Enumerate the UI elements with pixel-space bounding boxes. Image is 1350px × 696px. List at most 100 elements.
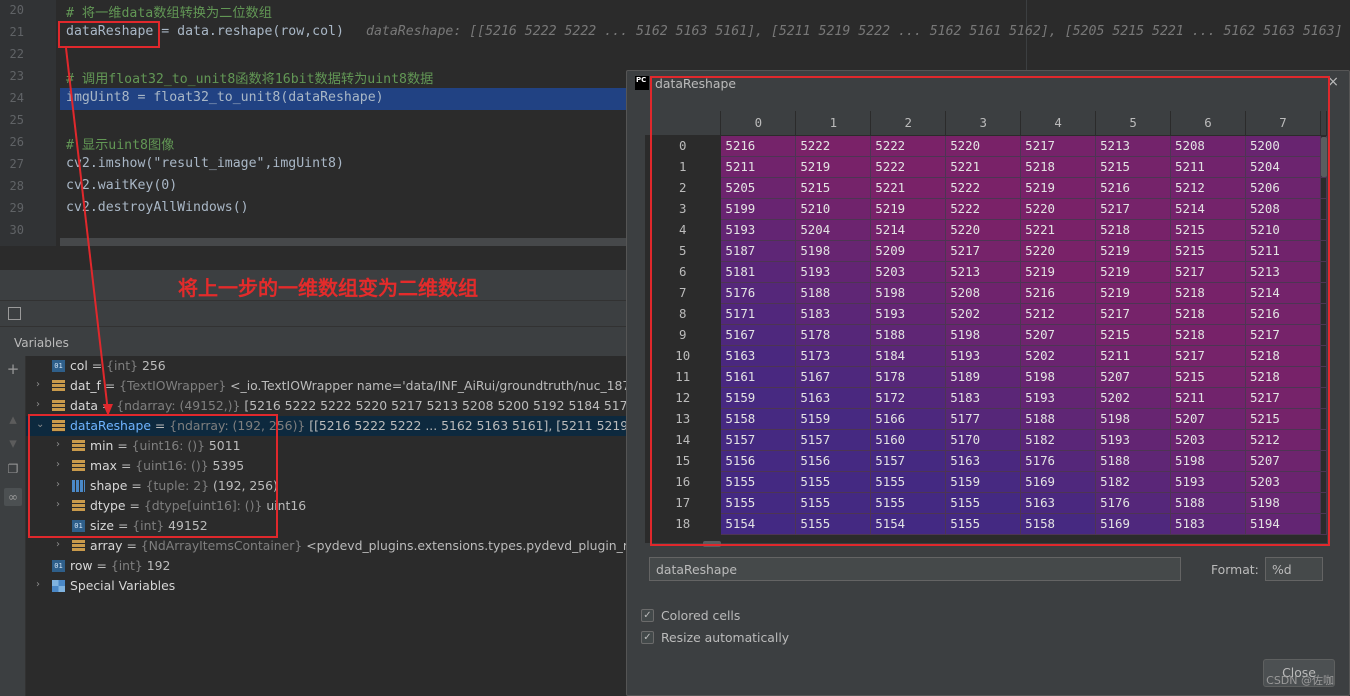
chevron-right-icon[interactable]: › <box>36 379 46 390</box>
array-cell[interactable]: 5172 <box>870 387 947 409</box>
array-cell[interactable]: 5193 <box>1020 387 1097 409</box>
array-cell[interactable]: 5193 <box>720 219 797 241</box>
array-cell[interactable]: 5208 <box>945 282 1022 304</box>
array-cell[interactable]: 5210 <box>1245 219 1321 241</box>
array-cell[interactable]: 5221 <box>1020 219 1097 241</box>
array-cell[interactable]: 5215 <box>1095 324 1172 346</box>
variable-row-datareshape[interactable]: ⌄ dataReshape = {ndarray: (192, 256)} [[5… <box>26 416 626 436</box>
array-cell[interactable]: 5158 <box>1020 513 1097 535</box>
array-cell[interactable]: 5208 <box>1170 135 1246 157</box>
array-cell[interactable]: 5198 <box>1095 408 1172 430</box>
array-cell[interactable]: 5212 <box>1020 303 1097 325</box>
array-cell[interactable]: 5163 <box>945 450 1022 472</box>
array-cell[interactable]: 5202 <box>945 303 1022 325</box>
array-cell[interactable]: 5154 <box>870 513 947 535</box>
array-cell[interactable]: 5217 <box>945 240 1022 262</box>
array-cell[interactable]: 5216 <box>1020 282 1097 304</box>
array-cell[interactable]: 5160 <box>870 429 947 451</box>
array-cell[interactable]: 5211 <box>1170 387 1246 409</box>
variable-row-min[interactable]: › min = {uint16: ()} 5011 <box>26 436 626 456</box>
array-cell[interactable]: 5210 <box>795 198 872 220</box>
array-cell[interactable]: 5188 <box>795 282 872 304</box>
array-cell[interactable]: 5211 <box>1170 156 1246 178</box>
array-cell[interactable]: 5220 <box>945 219 1022 241</box>
array-cell[interactable]: 5207 <box>1095 366 1172 388</box>
chevron-right-icon[interactable]: › <box>56 539 66 550</box>
array-cell[interactable]: 5188 <box>1170 492 1246 514</box>
array-cell[interactable]: 5159 <box>720 387 797 409</box>
array-cell[interactable]: 5155 <box>795 513 872 535</box>
code-line[interactable]: 21 dataReshape = data.reshape(row,col) dat… <box>0 22 1350 44</box>
array-cell[interactable]: 5193 <box>1170 471 1246 493</box>
chevron-right-icon[interactable]: › <box>56 439 66 450</box>
array-cell[interactable]: 5215 <box>795 177 872 199</box>
array-cell[interactable]: 5187 <box>720 240 797 262</box>
array-cell[interactable]: 5219 <box>1095 240 1172 262</box>
array-cell[interactable]: 5157 <box>720 429 797 451</box>
dialog-title-bar[interactable]: PC dataReshape × <box>627 71 1349 97</box>
array-cell[interactable]: 5198 <box>870 282 947 304</box>
array-cell[interactable]: 5217 <box>1245 387 1321 409</box>
array-cell[interactable]: 5202 <box>1020 345 1097 367</box>
array-cell[interactable]: 5193 <box>795 261 872 283</box>
array-cell[interactable]: 5158 <box>720 408 797 430</box>
array-cell[interactable]: 5222 <box>945 198 1022 220</box>
array-cell[interactable]: 5204 <box>795 219 872 241</box>
array-cell[interactable]: 5159 <box>795 408 872 430</box>
array-cell[interactable]: 5178 <box>795 324 872 346</box>
chevron-down-icon[interactable]: ⌄ <box>36 419 46 430</box>
glasses-icon[interactable]: ∞ <box>4 488 22 506</box>
array-cell[interactable]: 5216 <box>720 135 797 157</box>
array-cell[interactable]: 5203 <box>1245 471 1321 493</box>
array-cell[interactable]: 5212 <box>1245 429 1321 451</box>
array-cell[interactable]: 5156 <box>795 450 872 472</box>
array-cell[interactable]: 5219 <box>795 156 872 178</box>
array-cell[interactable]: 5176 <box>1095 492 1172 514</box>
array-cell[interactable]: 5155 <box>870 492 947 514</box>
array-cell[interactable]: 5178 <box>870 366 947 388</box>
array-cell[interactable]: 5211 <box>1245 240 1321 262</box>
variable-row-array[interactable]: › array = {NdArrayItemsContainer} <pydevd… <box>26 536 626 556</box>
variable-row-dtype[interactable]: › dtype = {dtype[uint16]: ()} uint16 <box>26 496 626 516</box>
array-cell[interactable]: 5157 <box>795 429 872 451</box>
array-cell[interactable]: 5221 <box>945 156 1022 178</box>
resize-automatically-checkbox[interactable]: ✓ Resize automatically <box>641 629 941 647</box>
array-cell[interactable]: 5167 <box>720 324 797 346</box>
slice-expression-input[interactable]: dataReshape <box>649 557 1181 581</box>
array-cell[interactable]: 5220 <box>945 135 1022 157</box>
array-cell[interactable]: 5173 <box>795 345 872 367</box>
array-cell[interactable]: 5155 <box>795 471 872 493</box>
array-cell[interactable]: 5198 <box>1245 492 1321 514</box>
array-cell[interactable]: 5189 <box>945 366 1022 388</box>
array-cell[interactable]: 5198 <box>1020 366 1097 388</box>
array-cell[interactable]: 5218 <box>1245 345 1321 367</box>
variable-row-data[interactable]: › data = {ndarray: (49152,)} [5216 5222 5… <box>26 396 626 416</box>
array-cell[interactable]: 5155 <box>945 492 1022 514</box>
array-cell[interactable]: 5218 <box>1245 366 1321 388</box>
array-cell[interactable]: 5199 <box>720 198 797 220</box>
array-cell[interactable]: 5183 <box>795 303 872 325</box>
array-cell[interactable]: 5213 <box>945 261 1022 283</box>
array-cell[interactable]: 5216 <box>1245 303 1321 325</box>
array-cell[interactable]: 5219 <box>1095 282 1172 304</box>
array-cell[interactable]: 5163 <box>1020 492 1097 514</box>
array-cell[interactable]: 5159 <box>945 471 1022 493</box>
move-up-icon[interactable]: ▴ <box>4 410 22 428</box>
array-cell[interactable]: 5222 <box>795 135 872 157</box>
array-cell[interactable]: 5204 <box>1245 156 1321 178</box>
move-down-icon[interactable]: ▾ <box>4 434 22 452</box>
array-cell[interactable]: 5167 <box>795 366 872 388</box>
chevron-right-icon[interactable]: › <box>56 459 66 470</box>
array-cell[interactable]: 5215 <box>1095 156 1172 178</box>
array-cell[interactable]: 5183 <box>1170 513 1246 535</box>
chevron-right-icon[interactable]: › <box>56 479 66 490</box>
array-cell[interactable]: 5218 <box>1095 219 1172 241</box>
array-cell[interactable]: 5198 <box>945 324 1022 346</box>
layout-icon[interactable] <box>8 307 21 320</box>
array-cell[interactable]: 5155 <box>870 471 947 493</box>
chevron-right-icon[interactable]: › <box>36 399 46 410</box>
array-cell[interactable]: 5216 <box>1095 177 1172 199</box>
array-cell[interactable]: 5217 <box>1170 345 1246 367</box>
array-grid[interactable]: 0 1 2 3 4 5 6 7 0 5216 5222 5222 5220 5217 5213 5208 520… <box>645 111 1327 543</box>
array-cell[interactable]: 5206 <box>1245 177 1321 199</box>
